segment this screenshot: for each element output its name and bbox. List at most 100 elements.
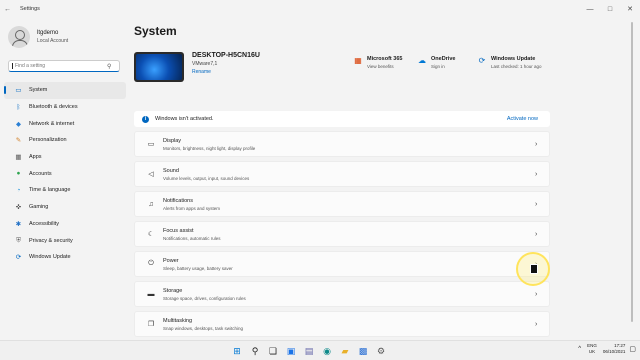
device-thumbnail xyxy=(134,52,184,82)
sidebar-item-accessibility[interactable]: ✱ Accessibility xyxy=(4,216,126,233)
window-title: Settings xyxy=(20,6,40,12)
info-icon: i xyxy=(142,115,149,123)
chat-icon[interactable]: ▤ xyxy=(301,343,317,359)
store-icon[interactable]: ▩ xyxy=(355,343,371,359)
sidebar-item-label: Personalization xyxy=(29,137,67,144)
activation-message: Windows isn't activated. xyxy=(155,116,214,122)
sidebar-item-windows-update[interactable]: ⟳ Windows Update xyxy=(4,249,126,266)
maximize-button[interactable]: □ xyxy=(600,0,620,18)
sidebar-item-privacy-security[interactable]: ⛨ Privacy & security xyxy=(4,232,126,249)
input-language[interactable]: ENG UK xyxy=(587,343,597,354)
apps-icon: ▦ xyxy=(15,154,22,162)
edge-icon[interactable]: ◉ xyxy=(319,343,335,359)
settings-cards: ▭ Display Monitors, brightness, night ligh… xyxy=(134,131,550,340)
sidebar-item-accounts[interactable]: ● Accounts xyxy=(4,165,126,182)
card-title: Power xyxy=(163,257,179,264)
update-icon: ⟳ xyxy=(15,254,22,262)
card-subtitle: Alerts from apps and system xyxy=(163,205,221,211)
monitor-icon: ▭ xyxy=(15,87,22,95)
taskbar: ⊞ ⚲ ❏ ▣ ▤ ◉ ▰ ▩ ⚙ ^ ENG UK 17:27 06/10/2021 ▢ xyxy=(0,340,640,360)
sidebar-item-gaming[interactable]: ✜ Gaming xyxy=(4,199,126,216)
settings-card-display[interactable]: ▭ Display Monitors, brightness, night ligh… xyxy=(134,131,550,157)
card-title: Display xyxy=(163,137,182,144)
windows-update-icon: ⟳ xyxy=(478,56,486,65)
clock[interactable]: 17:27 06/10/2021 xyxy=(603,343,626,354)
settings-card-multitasking[interactable]: ❐ Multitasking Snap windows, desktops, tas… xyxy=(134,311,550,337)
scrollbar[interactable] xyxy=(631,22,634,322)
quick-link-windows-update[interactable]: ⟳ Windows Update Last checked: 1 hour ag… xyxy=(476,56,542,69)
card-subtitle: Monitors, brightness, night light, displ… xyxy=(163,145,256,151)
power-icon: ⏻ xyxy=(148,260,154,267)
multitasking-icon: ❐ xyxy=(147,321,155,328)
file-explorer-icon[interactable]: ▰ xyxy=(337,343,353,359)
settings-icon[interactable]: ⚙ xyxy=(373,343,389,359)
sidebar: ltgdemo Local Account Find a setting ⚲ ▭… xyxy=(0,18,128,340)
settings-card-storage[interactable]: ▬ Storage Storage space, drives, configura… xyxy=(134,281,550,307)
search-placeholder: Find a setting xyxy=(12,63,107,69)
start-icon[interactable]: ⊞ xyxy=(229,343,245,359)
sidebar-item-time-language[interactable]: ◔ Time & language xyxy=(4,182,126,199)
main-content: System DESKTOP-H5CN16U VMware7,1 Rename … xyxy=(134,18,554,340)
card-title: Sound xyxy=(163,167,179,174)
globe-clock-icon: ◔ xyxy=(16,186,21,194)
avatar xyxy=(8,26,30,48)
tray-overflow-icon[interactable]: ^ xyxy=(578,346,581,352)
sidebar-item-apps[interactable]: ▦ Apps xyxy=(4,149,126,166)
bell-icon: ♫ xyxy=(148,200,154,208)
sidebar-item-bluetooth-devices[interactable]: ᛒ Bluetooth & devices xyxy=(4,99,126,116)
card-subtitle: Volume levels, output, input, sound devi… xyxy=(163,175,250,181)
device-summary: DESKTOP-H5CN16U VMware7,1 Rename xyxy=(134,52,260,82)
activation-banner: i Windows isn't activated. Activate now xyxy=(134,111,550,127)
settings-card-sound[interactable]: ◁ Sound Volume levels, output, input, soun… xyxy=(134,161,550,187)
title-bar: ← Settings xyxy=(0,0,640,18)
card-title: Storage xyxy=(163,287,183,294)
search-input[interactable]: Find a setting ⚲ xyxy=(8,60,120,72)
brush-icon: ✎ xyxy=(15,137,22,145)
back-arrow-icon[interactable]: ← xyxy=(4,6,16,13)
search-icon: ⚲ xyxy=(107,63,112,70)
gamepad-icon: ✜ xyxy=(15,204,22,212)
search-icon[interactable]: ⚲ xyxy=(247,343,263,359)
task-view-icon[interactable]: ❏ xyxy=(265,343,281,359)
chevron-right-icon: › xyxy=(535,290,538,298)
activate-now-link[interactable]: Activate now xyxy=(507,116,538,122)
sidebar-item-label: System xyxy=(29,87,48,94)
device-model: VMware7,1 xyxy=(192,61,218,67)
settings-card-focus-assist[interactable]: ☾ Focus assist Notifications, automatic ru… xyxy=(134,221,550,247)
settings-card-notifications[interactable]: ♫ Notifications Alerts from apps and syste… xyxy=(134,191,550,217)
mouse-cursor-icon xyxy=(530,264,538,274)
device-name: DESKTOP-H5CN16U xyxy=(192,52,260,59)
notification-icon[interactable]: ▢ xyxy=(629,345,636,353)
sidebar-item-label: Privacy & security xyxy=(29,237,73,244)
storage-icon: ▬ xyxy=(147,290,155,298)
wifi-icon: ◆ xyxy=(16,120,21,128)
sidebar-item-label: Time & language xyxy=(29,187,71,194)
card-subtitle: Sleep, battery usage, battery saver xyxy=(163,265,233,271)
onedrive-icon: ☁ xyxy=(418,56,426,65)
accessibility-icon: ✱ xyxy=(15,220,22,228)
settings-card-power[interactable]: ⏻ Power Sleep, battery usage, battery save… xyxy=(134,251,550,277)
sidebar-item-network-internet[interactable]: ◆ Network & internet xyxy=(4,115,126,132)
sidebar-item-label: Windows Update xyxy=(29,254,71,261)
widgets-icon[interactable]: ▣ xyxy=(283,343,299,359)
chevron-right-icon: › xyxy=(535,140,538,148)
sidebar-nav: ▭ System ᛒ Bluetooth & devices ◆ Network & in… xyxy=(4,82,126,266)
bluetooth-icon: ᛒ xyxy=(16,103,21,111)
card-title: Notifications xyxy=(163,197,193,204)
shield-icon: ⛨ xyxy=(16,236,21,244)
card-subtitle: Storage space, drives, configuration rul… xyxy=(163,295,246,301)
page-title: System xyxy=(134,24,177,38)
user-profile[interactable]: ltgdemo Local Account xyxy=(8,26,68,48)
sidebar-item-label: Network & internet xyxy=(29,120,75,127)
sidebar-item-personalization[interactable]: ✎ Personalization xyxy=(4,132,126,149)
card-title: Focus assist xyxy=(163,227,194,234)
rename-link[interactable]: Rename xyxy=(192,69,260,75)
sidebar-item-label: Gaming xyxy=(29,204,49,211)
microsoft-365-icon: ▦ xyxy=(354,56,362,65)
quick-link-onedrive[interactable]: ☁ OneDrive Sign in xyxy=(416,56,455,69)
minimize-button[interactable]: — xyxy=(580,0,600,18)
sidebar-item-system[interactable]: ▭ System xyxy=(4,82,126,99)
chevron-right-icon: › xyxy=(535,320,538,328)
quick-link-microsoft-365[interactable]: ▦ Microsoft 365 View benefits xyxy=(352,56,402,69)
close-button[interactable]: ✕ xyxy=(620,0,640,18)
